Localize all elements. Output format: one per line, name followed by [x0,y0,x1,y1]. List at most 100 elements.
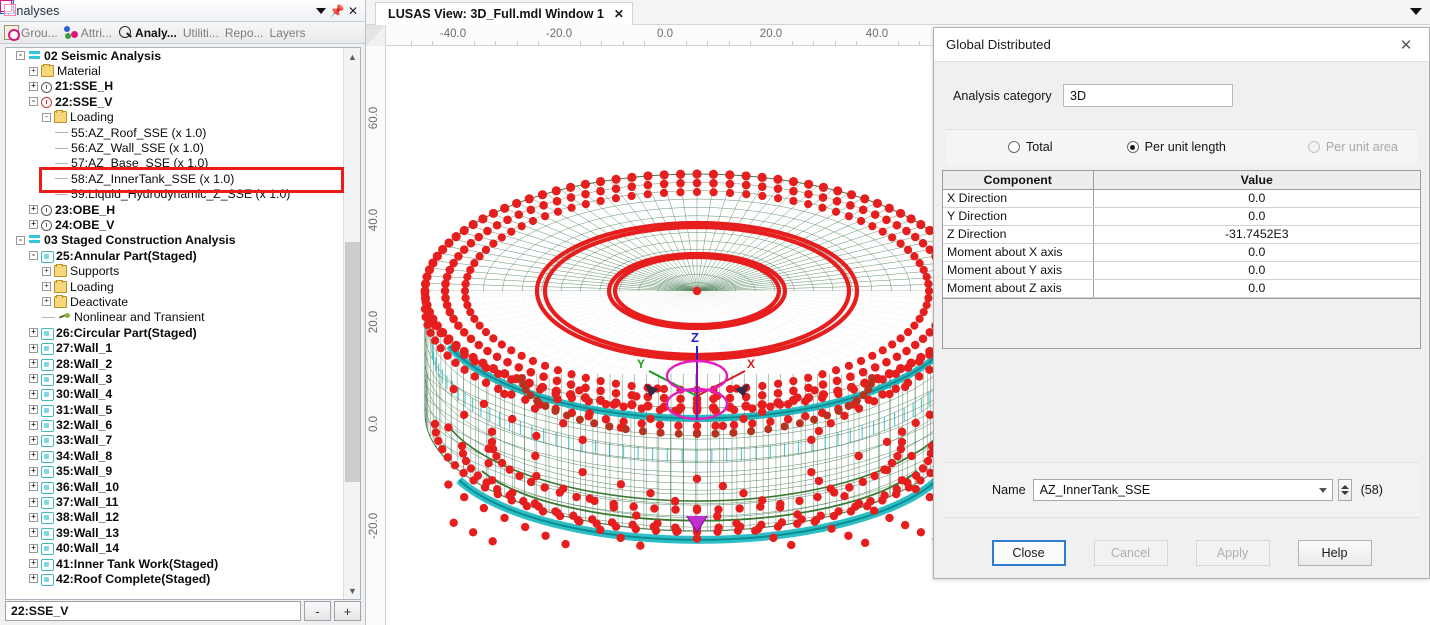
tree-expander-collapse[interactable]: - [42,112,51,122]
tree-expander-expand[interactable]: + [29,435,38,445]
tree-expander-collapse[interactable]: - [16,235,25,245]
tree-expander-expand[interactable]: + [29,497,38,507]
tree-expander-expand[interactable]: + [29,405,38,415]
tree-item[interactable]: - 02 Seismic Analysis [6,48,343,63]
tree-vertical-scrollbar[interactable]: ▲ ▼ [343,48,360,599]
scroll-down-icon[interactable]: ▼ [344,582,360,599]
help-button[interactable]: Help [1297,540,1372,566]
tree-item[interactable]: + Loading [6,279,343,294]
tree-item[interactable]: +41:Inner Tank Work(Staged) [6,556,343,571]
toolbar-tab-analy[interactable]: Analy... [116,23,181,43]
scroll-up-icon[interactable]: ▲ [344,48,360,65]
name-combobox[interactable]: AZ_InnerTank_SSE [1032,479,1333,501]
tree-item[interactable]: +33:Wall_7 [6,433,343,448]
tree-expander-expand[interactable]: + [29,451,38,461]
table-row[interactable]: Moment about Z axis 0.0 [943,279,1420,298]
tree-item[interactable]: - 03 Staged Construction Analysis [6,233,343,248]
tab-overflow-chevron-icon[interactable] [1410,8,1422,15]
tree-expander-expand[interactable]: + [29,374,38,384]
component-value-table[interactable]: Component Value X Direction 0.0 Y Directio… [942,170,1421,299]
analysis-category-field[interactable]: 3D [1063,84,1233,107]
analyses-tree[interactable]: -02 Seismic Analysis + Material +21:SSE_H -2… [5,47,361,600]
tree-expander-expand[interactable]: + [29,205,38,215]
tree-expander-expand[interactable]: + [29,466,38,476]
tree-item[interactable]: +34:Wall_8 [6,448,343,463]
cell-value[interactable]: -31.7452E3 [1093,225,1420,244]
tree-expander-expand[interactable]: + [29,420,38,430]
tree-expander-expand[interactable]: + [42,266,51,276]
tree-item[interactable]: +26:Circular Part(Staged) [6,325,343,340]
zoom-in-button[interactable]: + [334,601,361,621]
name-spinner[interactable] [1337,479,1352,501]
tree-item[interactable]: Nonlinear and Transient [6,310,343,325]
global-distributed-dialog[interactable]: Global Distributed ✕ Analysis category 3… [933,27,1430,579]
radio-per-unit-length[interactable]: Per unit length [1126,140,1226,154]
tree-item[interactable]: 58:AZ_InnerTank_SSE (x 1.0) [6,171,343,186]
cell-value[interactable]: 0.0 [1093,207,1420,226]
cell-value[interactable]: 0.0 [1093,189,1420,208]
tree-item[interactable]: +35:Wall_9 [6,464,343,479]
tree-item[interactable]: + Deactivate [6,294,343,309]
close-icon[interactable]: ✕ [614,7,624,21]
tree-item[interactable]: 59:Liquid_Hydrodynamic_Z_SSE (x 1.0) [6,187,343,202]
tab-lusas-view[interactable]: LUSAS View: 3D_Full.mdl Window 1 ✕ [375,2,633,25]
tree-expander-expand[interactable]: + [29,66,38,76]
table-row[interactable]: Y Direction 0.0 [943,207,1420,226]
tree-item[interactable]: +30:Wall_4 [6,387,343,402]
tree-item[interactable]: +28:Wall_2 [6,356,343,371]
tree-expander-expand[interactable]: + [29,81,38,91]
table-row[interactable]: Moment about Y axis 0.0 [943,261,1420,280]
zoom-out-button[interactable]: - [304,601,331,621]
tree-item[interactable]: +24:OBE_V [6,217,343,232]
tree-item[interactable]: +27:Wall_1 [6,340,343,356]
tree-item[interactable]: +31:Wall_5 [6,402,343,417]
tree-expander-expand[interactable]: + [42,297,51,307]
radio-total[interactable]: Total [1008,140,1053,154]
cell-value[interactable]: 0.0 [1093,243,1420,262]
tree-expander-expand[interactable]: + [42,282,51,292]
tree-item[interactable]: 55:AZ_Roof_SSE (x 1.0) [6,125,343,140]
tree-item[interactable]: - Loading [6,110,343,125]
tree-expander-expand[interactable]: + [29,359,38,368]
tree-item[interactable]: +37:Wall_11 [6,494,343,510]
tree-expander-expand[interactable]: + [29,543,38,553]
tree-expander-expand[interactable]: + [29,389,38,399]
spinner-up-icon[interactable] [1340,485,1349,489]
tree-item[interactable]: 57:AZ_Base_SSE (x 1.0) [6,156,343,171]
tree-item[interactable]: +40:Wall_14 [6,541,343,556]
pin-icon[interactable]: 📌 [329,3,345,19]
cell-value[interactable]: 0.0 [1093,261,1420,280]
tree-item[interactable]: +32:Wall_6 [6,417,343,433]
tree-expander-collapse[interactable]: - [29,251,38,261]
panel-close-button[interactable]: ✕ [345,3,361,19]
close-button[interactable]: Close [991,540,1066,566]
tree-item[interactable]: 56:AZ_Wall_SSE (x 1.0) [6,140,343,155]
tree-item[interactable]: + Material [6,63,343,78]
table-row[interactable]: Z Direction -31.7452E3 [943,225,1420,244]
tree-expander-expand[interactable]: + [29,482,38,492]
tree-item[interactable]: - 25:Annular Part(Staged) [6,248,343,263]
spinner-down-icon[interactable] [1340,491,1349,495]
active-analysis-field[interactable]: 22:SSE_V [5,601,301,621]
tree-expander-collapse[interactable]: - [16,51,25,61]
tree-item[interactable]: +29:Wall_3 [6,371,343,386]
cell-value[interactable]: 0.0 [1093,279,1420,298]
tree-expander-expand[interactable]: + [29,328,38,338]
dialog-close-icon[interactable]: ✕ [1389,31,1423,59]
tree-item[interactable]: +38:Wall_12 [6,510,343,525]
tree-scroll-area[interactable]: -02 Seismic Analysis + Material +21:SSE_H -2… [6,48,343,599]
tree-expander-expand[interactable]: + [29,220,38,230]
tree-item[interactable]: - 22:SSE_V [6,94,343,109]
toolbar-tab-repo[interactable]: Repo... [0,0,268,43]
tree-expander-expand[interactable]: + [29,574,38,584]
tree-expander-collapse[interactable]: - [29,97,38,107]
toolbar-tab-utiliti[interactable]: Utiliti... [181,23,223,43]
toolbar-tab-layers[interactable]: Layers [0,0,310,43]
tree-expander-expand[interactable]: + [29,343,38,353]
tree-item[interactable]: +42:Roof Complete(Staged) [6,571,343,586]
tree-expander-expand[interactable]: + [29,512,38,522]
tree-expander-expand[interactable]: + [29,559,38,569]
tree-item[interactable]: +23:OBE_H [6,202,343,217]
toolbar-tab-grou[interactable]: Grou... [2,23,62,43]
table-row[interactable]: X Direction 0.0 [943,189,1420,208]
